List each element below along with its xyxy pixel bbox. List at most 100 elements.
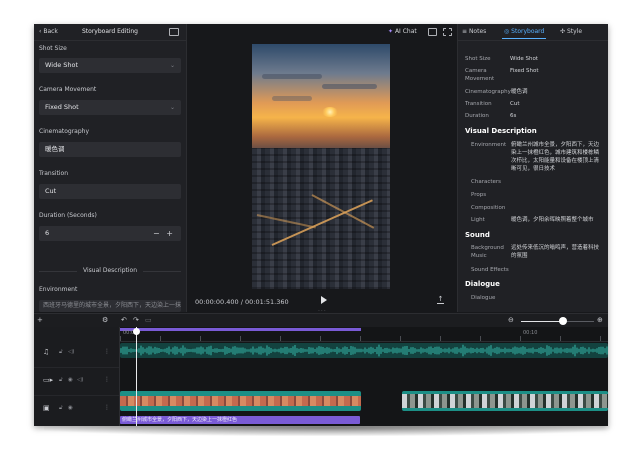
sound-heading: Sound <box>465 231 490 239</box>
ruler-tick <box>280 336 281 341</box>
undo-icon[interactable]: ↶ <box>121 316 127 324</box>
speaker-icon[interactable]: ◁) <box>68 349 74 355</box>
timecode-display: 00:00:00.400 / 00:01:51.360 <box>195 298 289 306</box>
playhead-handle[interactable] <box>133 328 140 335</box>
back-label: Back <box>43 28 58 35</box>
shot-size-select[interactable]: Wide Shot ⌄ <box>39 58 181 73</box>
ruler-tick <box>400 336 401 341</box>
transition-input[interactable]: Cut <box>39 184 181 199</box>
storyboard-editing-panel: Storyboard Editing ‹ Back Shot Size Wide… <box>34 24 187 312</box>
ruler-tick <box>600 336 601 341</box>
zoom-slider-fill <box>521 321 563 322</box>
split-icon[interactable]: ▭ <box>145 316 152 324</box>
ruler-tick <box>440 336 441 341</box>
ruler-tick <box>320 336 321 341</box>
video-clip-1[interactable] <box>120 391 361 411</box>
gear-icon[interactable]: ⚙ <box>102 316 108 324</box>
more-icon[interactable]: ⋮ <box>104 376 110 383</box>
screenshot-icon[interactable] <box>428 28 437 36</box>
camera-movement-value: Fixed Shot <box>45 103 79 111</box>
tab-storyboard-label: Storyboard <box>511 28 545 35</box>
environment-key: Environment <box>471 142 507 148</box>
tab-notes[interactable]: ≡ Notes <box>462 28 486 35</box>
timeline-area[interactable]: 00:00 00:10 俯瞰兰州城市全景，夕阳西下，天边染上一抹橙红色 <box>120 327 608 426</box>
chevron-down-icon: ⌄ <box>169 104 175 111</box>
video-track-header: ▭▸ 🔓︎ ◉ ◁) ⋮ <box>34 368 119 396</box>
zoom-in-icon[interactable]: ⊕ <box>597 316 603 324</box>
ruler-tick <box>120 336 121 341</box>
environment-textarea[interactable]: 西班牙马德里的城市全景，夕阳西下，天边染上一抹橙红色 <box>39 300 181 312</box>
tab-notes-label: Notes <box>468 28 487 35</box>
image-track-header: ▣ 🔓︎ ◉ ⋮ <box>34 396 119 423</box>
selection-range <box>120 328 361 331</box>
cloud <box>272 96 312 101</box>
subtitle-clip[interactable]: 俯瞰兰州城市全景，夕阳西下，天边染上一抹橙红色 <box>120 416 360 424</box>
details-panel: ≡ Notes ◎ Storyboard ✣ Style Shot Size W… <box>457 24 608 312</box>
stepper-buttons[interactable]: − + <box>153 226 175 241</box>
video-clip-2[interactable] <box>402 391 608 411</box>
ruler-tick <box>520 336 521 341</box>
shot-size-value: Wide Shot <box>45 61 79 69</box>
audio-clip[interactable] <box>120 343 608 358</box>
duration-key: Duration <box>465 113 489 119</box>
sparkle-icon: ✦ <box>388 28 394 35</box>
ai-chat-button[interactable]: ✦ AI Chat <box>388 28 417 35</box>
add-icon[interactable]: + <box>37 316 43 324</box>
more-icon[interactable]: ⋮ <box>104 348 110 355</box>
duration-value: 6 <box>45 229 50 237</box>
cloud <box>262 74 322 79</box>
panel-layout-icon[interactable] <box>169 28 179 36</box>
tab-style[interactable]: ✣ Style <box>560 28 582 35</box>
preview-header: ✦ AI Chat <box>187 24 456 40</box>
cinematography-key: Cinematography <box>465 89 511 95</box>
background-music-value: 远处传来低沉的嗡鸣声，营造着科技的氛围 <box>511 245 600 259</box>
transition-label: Transition <box>39 170 69 177</box>
ruler-tick <box>200 336 201 341</box>
duration-stepper[interactable]: 6 − + <box>39 226 181 241</box>
duration-value: 6s <box>510 113 517 119</box>
zoom-slider-handle[interactable] <box>559 317 567 325</box>
characters-key: Characters <box>471 179 502 185</box>
eye-icon[interactable]: ◉ <box>68 377 73 383</box>
speaker-icon[interactable]: ◁) <box>77 377 83 383</box>
redo-icon[interactable]: ↷ <box>133 316 139 324</box>
ruler-tick <box>360 336 361 341</box>
playhead[interactable] <box>136 327 137 426</box>
eye-icon[interactable]: ◉ <box>68 405 73 411</box>
video-icon: ▭▸ <box>43 376 54 384</box>
transition-key: Transition <box>465 101 492 107</box>
active-tab-indicator <box>502 38 546 39</box>
shot-size-key: Shot Size <box>465 56 491 62</box>
ruler-tick <box>480 336 481 341</box>
sound-effects-key: Sound Effects <box>471 267 509 273</box>
tab-storyboard[interactable]: ◎ Storyboard <box>504 28 544 35</box>
ruler-end-label: 00:10 <box>523 330 538 336</box>
duration-label: Duration (Seconds) <box>39 212 97 219</box>
environment-value: 俯瞰兰州城市全景，夕阳西下，天边染上一抹橙红色，城市建筑和楼栋鳞次栉比，太阳能量… <box>511 142 600 172</box>
zoom-out-icon[interactable]: ⊖ <box>508 316 514 324</box>
cinematography-input[interactable]: 暖色调 <box>39 142 181 157</box>
chevron-left-icon: ‹ <box>39 28 42 35</box>
image-icon: ▣ <box>43 404 50 412</box>
time-ruler[interactable]: 00:00 00:10 <box>120 327 608 342</box>
camera-movement-select[interactable]: Fixed Shot ⌄ <box>39 100 181 115</box>
camera-movement-label: Camera Movement <box>39 86 97 93</box>
fullscreen-icon[interactable] <box>443 28 452 36</box>
clip-thumbnails <box>120 396 361 406</box>
composition-key: Composition <box>471 205 506 211</box>
lock-icon[interactable]: 🔓︎ <box>59 349 63 356</box>
back-button[interactable]: ‹ Back <box>39 28 58 35</box>
video-preview-area: ✦ AI Chat 00:00:00.400 / 00:01:51.360 ↑ … <box>187 24 456 315</box>
background-music-key: Background Music <box>471 245 504 259</box>
play-icon[interactable] <box>321 296 327 304</box>
dialogue-key: Dialogue <box>471 295 496 301</box>
light-key: Light <box>471 217 485 223</box>
lock-icon[interactable]: 🔓︎ <box>59 405 63 412</box>
cinematography-label: Cinematography <box>39 128 90 135</box>
export-icon[interactable]: ↑ <box>437 296 444 304</box>
details-tabs: ≡ Notes ◎ Storyboard ✣ Style <box>458 24 608 41</box>
props-key: Props <box>471 192 487 198</box>
more-icon[interactable]: ⋮ <box>104 404 110 411</box>
cinematography-value: 暖色调 <box>45 145 65 153</box>
lock-icon[interactable]: 🔓︎ <box>59 377 63 384</box>
